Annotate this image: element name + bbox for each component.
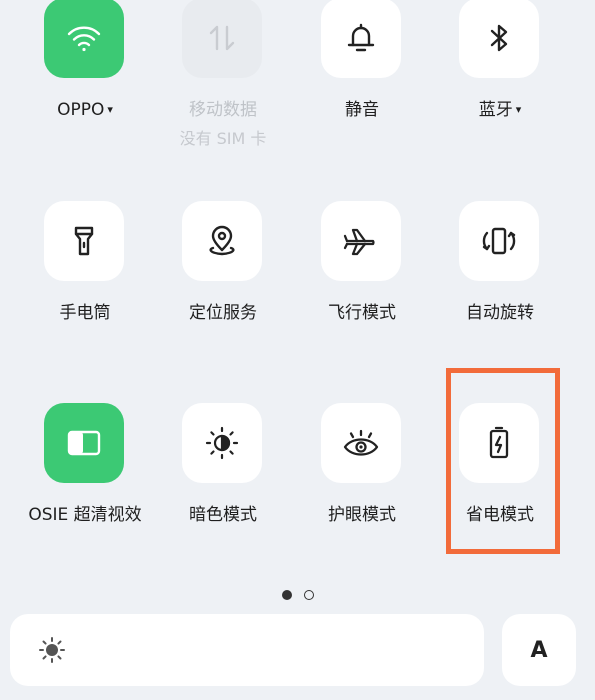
page-indicator [0, 590, 595, 604]
auto-rotate-toggle[interactable] [459, 201, 539, 281]
flashlight-toggle[interactable] [44, 201, 124, 281]
flashlight-icon [74, 226, 94, 256]
tile-label: 自动旋转 [466, 303, 534, 323]
sun-icon [39, 637, 65, 663]
mobile-data-toggle[interactable] [182, 0, 262, 78]
eye-icon [343, 429, 379, 456]
page-dot-inactive[interactable] [303, 590, 314, 600]
page-dot-active[interactable] [281, 590, 292, 600]
bluetooth-toggle[interactable] [459, 0, 539, 78]
airplane-toggle[interactable] [321, 201, 401, 281]
tile-label: 移动数据 [189, 100, 257, 120]
wifi-toggle[interactable] [44, 0, 124, 78]
eye-care-toggle[interactable] [321, 403, 401, 483]
auto-rotate-icon [482, 227, 516, 255]
tile-label: OSIE 超清视效 [28, 505, 142, 525]
wifi-icon [67, 26, 101, 52]
dark-mode-icon [205, 426, 239, 460]
osie-toggle[interactable] [44, 403, 124, 483]
dropdown-caret-icon: ▾ [107, 103, 113, 116]
tile-label: 静音 [345, 100, 379, 120]
location-pin-icon [209, 225, 235, 256]
airplane-icon [343, 228, 375, 256]
power-saving-highlight [446, 368, 560, 554]
tile-label: 手电筒 [59, 303, 111, 323]
tile-sublabel: 没有 SIM 卡 [179, 129, 267, 148]
data-arrows-icon [209, 25, 235, 51]
osie-icon [67, 430, 101, 456]
bell-icon [347, 23, 375, 52]
tile-label: 暗色模式 [189, 505, 257, 525]
dark-mode-toggle[interactable] [182, 403, 262, 483]
auto-brightness-button[interactable]: A [502, 614, 576, 686]
tile-label: OPPO ▾ [57, 100, 113, 120]
dropdown-caret-icon: ▾ [515, 103, 522, 116]
silent-toggle[interactable] [321, 0, 401, 78]
tile-label: 定位服务 [189, 303, 257, 323]
tile-label: 护眼模式 [328, 505, 396, 525]
bluetooth-icon [490, 24, 508, 52]
location-toggle[interactable] [182, 201, 262, 281]
brightness-slider[interactable] [10, 614, 484, 686]
tile-label: 蓝牙 ▾ [478, 100, 522, 120]
tile-label: 飞行模式 [328, 303, 396, 323]
